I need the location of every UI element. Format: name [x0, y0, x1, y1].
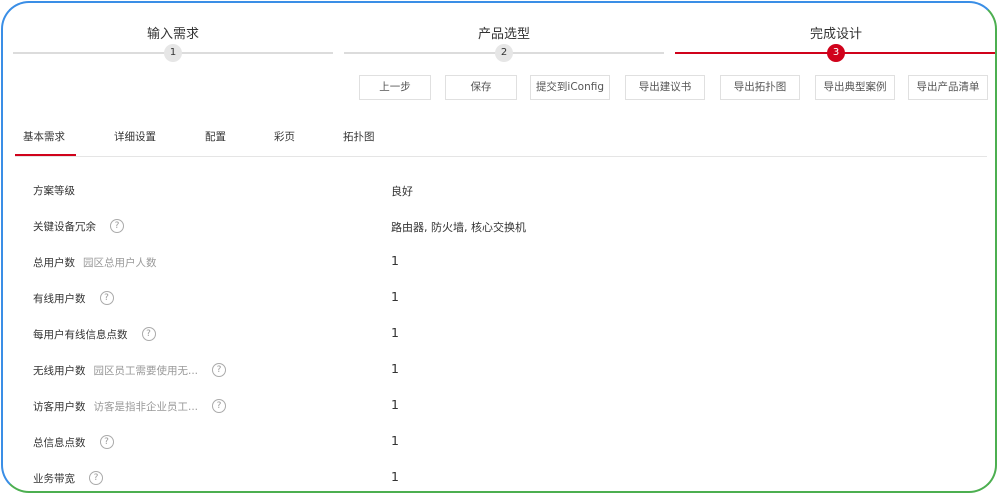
row-service-bandwidth: 业务带宽? 1 [3, 463, 995, 491]
row-wireless-users: 无线用户数 园区员工需要使用无...? 1 [3, 355, 995, 391]
step-input-requirements[interactable]: 输入需求 1 [13, 17, 333, 67]
row-label: 关键设备冗余? [33, 219, 124, 234]
row-solution-level: 方案等级 良好 [3, 175, 995, 211]
row-total-points: 总信息点数? 1 [3, 427, 995, 463]
save-button[interactable]: 保存 [445, 75, 517, 100]
row-wired-points-per-user: 每用户有线信息点数? 1 [3, 319, 995, 355]
tab-basic-requirements[interactable]: 基本需求 [23, 129, 65, 144]
row-hint: 访客是指非企业员工... [93, 401, 199, 413]
row-label: 访客用户数 访客是指非企业员工...? [33, 399, 227, 414]
app-frame: 输入需求 1 产品选型 2 完成设计 3 上一步 保存 提交到iConfig 导… [1, 1, 997, 493]
row-value: 1 [391, 397, 399, 412]
tab-detailed-settings[interactable]: 详细设置 [114, 129, 156, 144]
tab-configuration[interactable]: 配置 [205, 129, 226, 144]
step-number: 2 [495, 44, 513, 62]
row-label: 总信息点数? [33, 435, 114, 450]
row-value: 1 [391, 469, 399, 484]
row-total-users: 总用户数 园区总用户人数 1 [3, 247, 995, 283]
row-label: 无线用户数 园区员工需要使用无...? [33, 363, 227, 378]
tab-bar: 基本需求 详细设置 配置 彩页 拓扑图 [15, 121, 987, 157]
row-label: 方案等级 [33, 185, 75, 197]
export-topology-button[interactable]: 导出拓扑图 [720, 75, 800, 100]
active-tab-indicator [15, 154, 76, 156]
help-icon[interactable]: ? [99, 291, 114, 305]
row-label: 总用户数 园区总用户人数 [33, 257, 157, 269]
row-value: 1 [391, 289, 399, 304]
help-icon[interactable]: ? [99, 435, 114, 449]
help-icon[interactable]: ? [212, 363, 227, 377]
row-value: 良好 [391, 185, 413, 198]
row-value: 1 [391, 325, 399, 340]
help-icon[interactable]: ? [110, 219, 124, 233]
step-product-selection[interactable]: 产品选型 2 [344, 17, 664, 67]
submit-iconfig-button[interactable]: 提交到iConfig [530, 75, 610, 100]
export-proposal-button[interactable]: 导出建议书 [625, 75, 705, 100]
row-value: 1 [391, 361, 399, 376]
row-label: 有线用户数? [33, 291, 114, 306]
row-hint: 园区员工需要使用无... [93, 365, 199, 377]
help-icon[interactable]: ? [89, 471, 103, 485]
step-label: 产品选型 [477, 27, 530, 42]
row-hint: 园区总用户人数 [83, 257, 157, 269]
help-icon[interactable]: ? [141, 327, 156, 341]
row-value: 1 [391, 433, 399, 448]
prev-step-button[interactable]: 上一步 [359, 75, 431, 100]
help-icon[interactable]: ? [212, 399, 227, 413]
export-product-list-button[interactable]: 导出产品清单 [908, 75, 988, 100]
row-label: 业务带宽? [33, 471, 103, 486]
step-label: 输入需求 [146, 27, 199, 42]
row-value: 路由器, 防火墙, 核心交换机 [391, 221, 526, 234]
export-case-button[interactable]: 导出典型案例 [815, 75, 895, 100]
step-label: 完成设计 [809, 27, 862, 42]
row-guest-users: 访客用户数 访客是指非企业员工...? 1 [3, 391, 995, 427]
row-value: 1 [391, 253, 399, 268]
step-number-active: 3 [827, 44, 845, 62]
step-complete-design[interactable]: 完成设计 3 [675, 17, 995, 67]
step-progress: 输入需求 1 产品选型 2 完成设计 3 [13, 17, 995, 67]
tab-topology[interactable]: 拓扑图 [343, 129, 375, 144]
tab-brochure[interactable]: 彩页 [274, 129, 295, 144]
row-label: 每用户有线信息点数? [33, 327, 156, 342]
row-key-device-redundancy: 关键设备冗余? 路由器, 防火墙, 核心交换机 [3, 211, 995, 247]
toolbar: 上一步 保存 提交到iConfig 导出建议书 导出拓扑图 导出典型案例 导出产… [3, 75, 995, 101]
row-wired-users: 有线用户数? 1 [3, 283, 995, 319]
step-number: 1 [164, 44, 182, 62]
